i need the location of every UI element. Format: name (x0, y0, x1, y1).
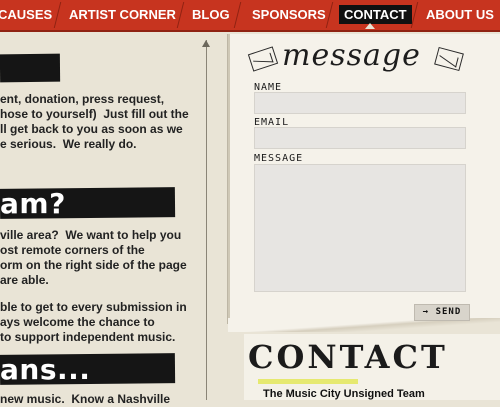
top-nav: CAUSES ARTIST CORNER BLOG SPONSORS CONTA… (0, 0, 500, 32)
fans-heading: ans... (0, 353, 91, 386)
nav-separator (410, 2, 419, 28)
contact-heading: CONTACT (248, 338, 448, 376)
contact-subheading: The Music City Unsigned Team (263, 388, 425, 400)
nav-item-artist-corner[interactable]: ARTIST CORNER (69, 0, 176, 30)
nav-separator (325, 2, 334, 28)
nav-separator (53, 2, 62, 28)
nav-item-causes[interactable]: CAUSES (0, 0, 52, 30)
active-tab-caret-icon (365, 23, 375, 29)
nav-separator (176, 2, 185, 28)
send-button[interactable]: → SEND (414, 304, 470, 321)
message-textarea[interactable] (254, 164, 466, 292)
column-divider (206, 40, 207, 400)
nav-separator (233, 2, 242, 28)
name-field[interactable] (254, 92, 466, 114)
heading-bar (0, 53, 61, 83)
team-paragraph-2: ble to get to every submission in ays we… (0, 300, 187, 344)
message-title: message (282, 38, 421, 73)
highlighter-stroke (258, 379, 358, 384)
team-heading: am? (0, 187, 66, 220)
left-content: ent, donation, press request, hose to yo… (0, 32, 205, 406)
nav-item-about-us[interactable]: ABOUT US (426, 0, 494, 30)
intro-paragraph: ent, donation, press request, hose to yo… (0, 92, 189, 151)
message-label: Message (254, 153, 304, 164)
nav-item-sponsors[interactable]: SPONSORS (252, 0, 326, 30)
nav-item-contact[interactable]: CONTACT (339, 0, 412, 30)
arrow-up-icon (202, 40, 210, 47)
team-paragraph: ville area? We want to help you ost remo… (0, 228, 187, 287)
email-field[interactable] (254, 127, 466, 149)
nav-item-blog[interactable]: BLOG (192, 0, 230, 30)
